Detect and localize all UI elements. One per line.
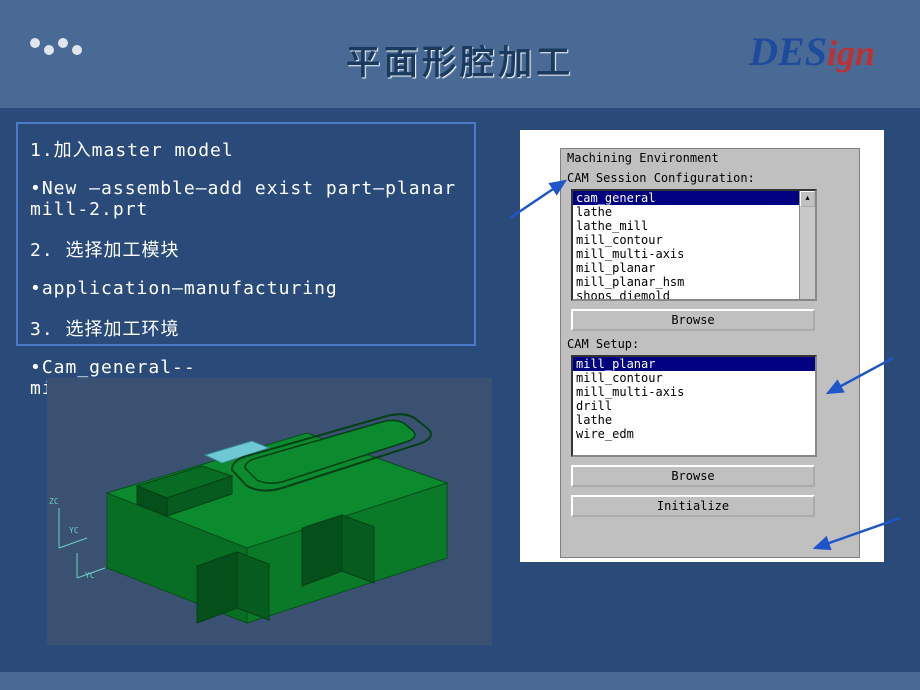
- cam-setup-label: CAM Setup:: [567, 337, 853, 351]
- initialize-button[interactable]: Initialize: [571, 495, 815, 517]
- step-2-label: 2. 选择加工模块: [30, 236, 462, 262]
- 3d-viewport: ZC YC YC: [47, 378, 492, 645]
- scroll-up-icon[interactable]: ▴: [800, 191, 815, 207]
- list-item[interactable]: wire_edm: [573, 427, 815, 441]
- slide-title: 平面形腔加工: [346, 35, 574, 84]
- list-item[interactable]: lathe_mill: [573, 219, 815, 233]
- step-1-label: 1.加入master model: [30, 136, 462, 162]
- browse-setup-button[interactable]: Browse: [571, 465, 815, 487]
- slide-content: 1.加入master model •New –assemble—add exis…: [0, 108, 920, 690]
- list-item[interactable]: mill_contour: [573, 233, 815, 247]
- logo-des: DES: [749, 29, 827, 74]
- list-item[interactable]: mill_planar_hsm: [573, 275, 815, 289]
- axis-z-label: ZC: [49, 497, 59, 506]
- logo-ign: ign: [827, 33, 875, 73]
- list-item[interactable]: mill_planar: [573, 357, 815, 371]
- step-1-detail: •New –assemble—add exist part—planar mil…: [30, 178, 462, 220]
- browse-session-button[interactable]: Browse: [571, 309, 815, 331]
- list-item[interactable]: lathe: [573, 205, 815, 219]
- design-logo: DESign: [749, 28, 875, 75]
- slide-footer-bar: [0, 672, 920, 690]
- cam-session-listbox[interactable]: ▴ cam_generallathelathe_millmill_contour…: [571, 189, 817, 301]
- machining-env-window: Machining Environment CAM Session Config…: [560, 148, 860, 558]
- slide-header: 平面形腔加工 DESign: [0, 0, 920, 108]
- step-3-label: 3. 选择加工环境: [30, 315, 462, 341]
- env-window-title: Machining Environment: [567, 151, 853, 165]
- list-item[interactable]: mill_multi-axis: [573, 247, 815, 261]
- env-panel-screenshot: Machining Environment CAM Session Config…: [520, 130, 884, 562]
- steps-box: 1.加入master model •New –assemble—add exis…: [16, 122, 476, 346]
- list-item[interactable]: mill_contour: [573, 371, 815, 385]
- scrollbar[interactable]: ▴: [799, 191, 815, 299]
- cam-setup-listbox[interactable]: mill_planarmill_contourmill_multi-axisdr…: [571, 355, 817, 457]
- list-item[interactable]: drill: [573, 399, 815, 413]
- list-item[interactable]: mill_multi-axis: [573, 385, 815, 399]
- axis-y-label-2: YC: [85, 571, 95, 580]
- 3d-model: ZC YC YC: [47, 378, 492, 645]
- list-item[interactable]: shops_diemold: [573, 289, 815, 301]
- step-2-detail: •application—manufacturing: [30, 278, 462, 299]
- axis-y-label-1: YC: [69, 526, 79, 535]
- cam-session-label: CAM Session Configuration:: [567, 171, 853, 185]
- list-item[interactable]: lathe: [573, 413, 815, 427]
- list-item[interactable]: mill_planar: [573, 261, 815, 275]
- list-item[interactable]: cam_general: [573, 191, 815, 205]
